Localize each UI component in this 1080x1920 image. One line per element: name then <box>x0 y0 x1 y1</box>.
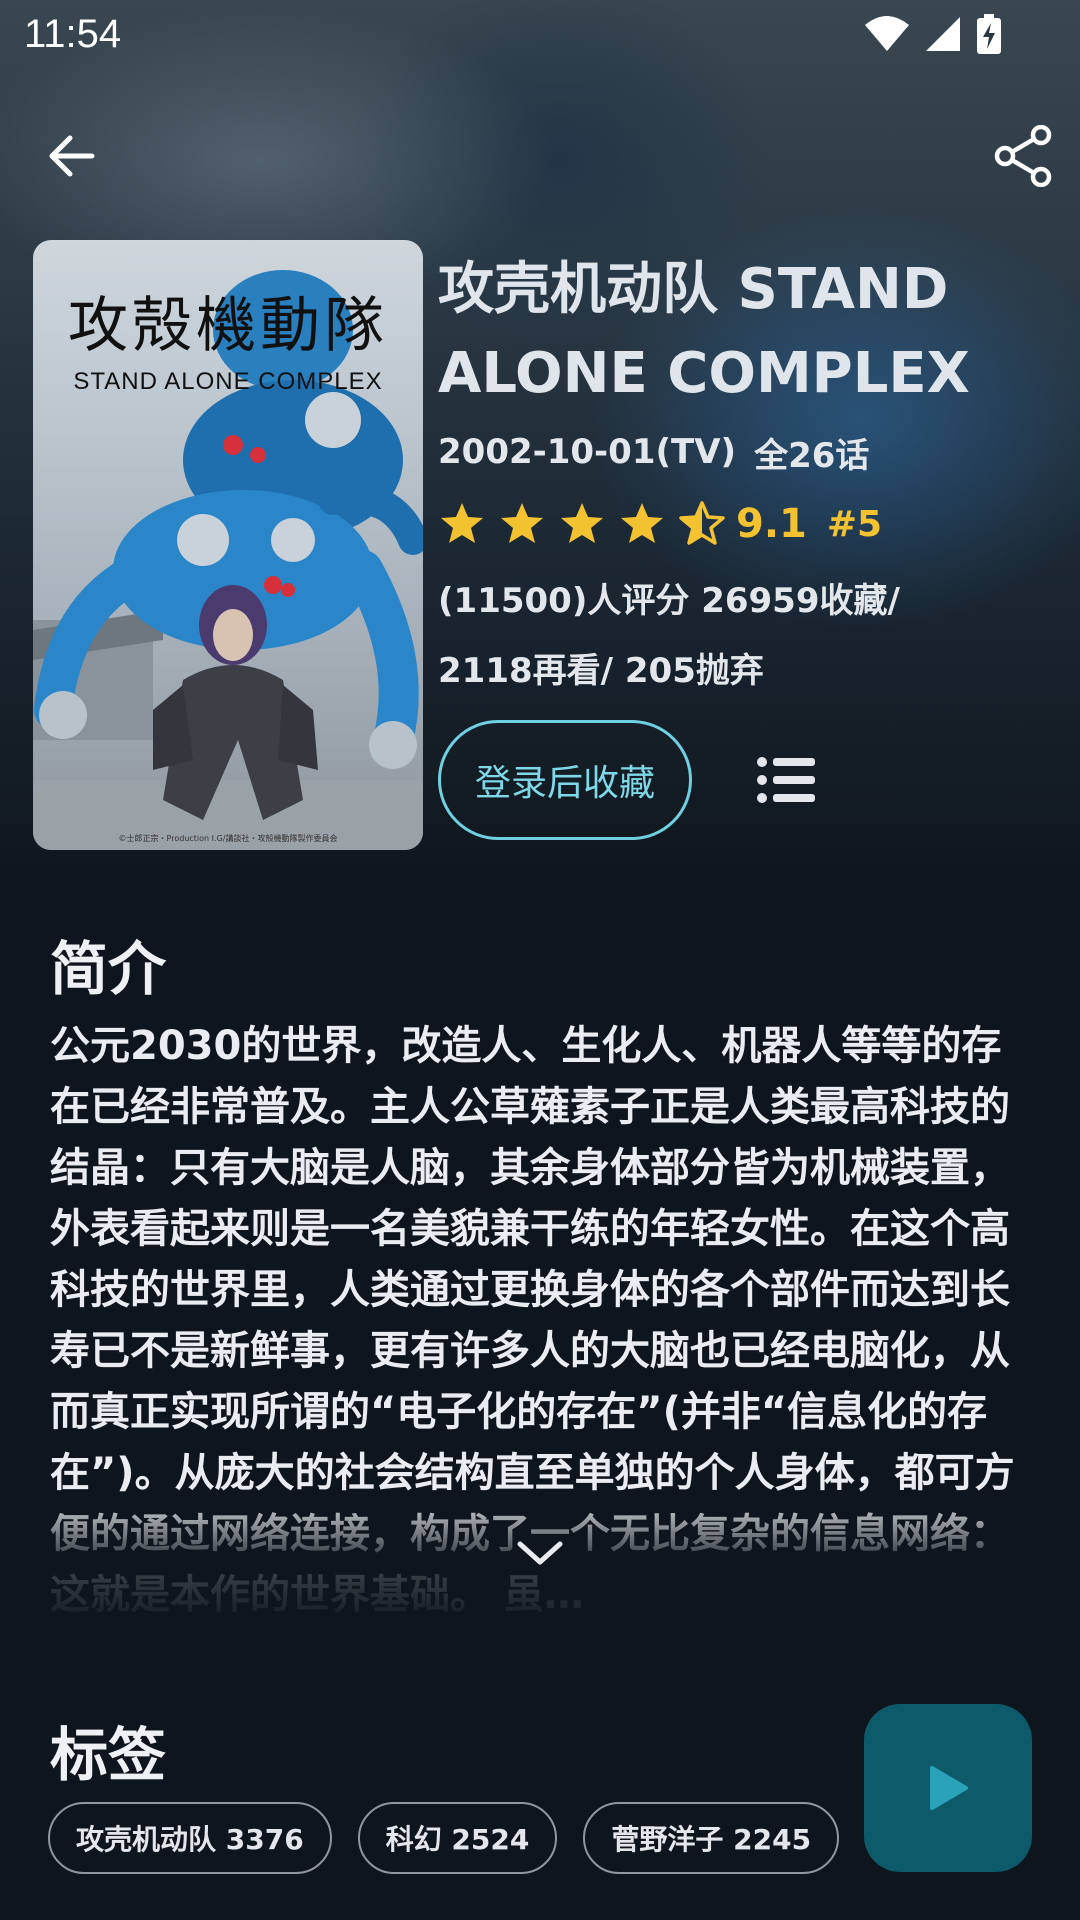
stats-line-2: 2118再看/ 205抛弃 <box>438 651 764 691</box>
stats-line-1: (11500)人评分 26959收藏/ <box>438 581 900 621</box>
arrow-left-icon <box>49 135 95 177</box>
tag-chip[interactable]: 科幻 2524 <box>357 1802 558 1874</box>
air-info: 2002-10-01(TV) 全26话 <box>438 422 1058 482</box>
action-row: 登录后收藏 <box>438 720 826 840</box>
signal-icon <box>924 15 962 53</box>
anime-detail-screen: 11:54 攻殻機動隊 STAND ALONE COMPLEX ©士郎正宗・Pr… <box>0 0 1080 1920</box>
app-bar <box>0 100 1080 212</box>
anime-info: 攻壳机动队 STAND ALONE COMPLEX 2002-10-01(TV)… <box>438 248 1058 706</box>
synopsis-heading: 简介 <box>50 935 167 1003</box>
anime-title: 攻壳机动队 STAND ALONE COMPLEX <box>438 257 970 406</box>
poster-title-en: STAND ALONE COMPLEX <box>73 368 383 395</box>
poster-copyright: ©士郎正宗・Production I.G/講談社・攻殻機動隊製作委員会 <box>118 834 338 843</box>
wifi-icon <box>864 15 910 53</box>
tag-chip[interactable]: 菅野洋子 2245 <box>583 1802 840 1874</box>
tag-chip[interactable]: 攻壳机动队 3376 <box>48 1802 332 1874</box>
air-date: 2002-10-01(TV) <box>438 432 737 472</box>
poster-title-jp: 攻殻機動隊 <box>68 291 388 361</box>
star-half-icon <box>679 501 725 545</box>
star-full-icon <box>561 503 603 543</box>
list-button[interactable] <box>746 740 826 820</box>
list-icon <box>757 757 815 803</box>
rating-score: 9.1 <box>736 501 807 547</box>
star-full-icon <box>621 503 663 543</box>
anime-poster[interactable]: 攻殻機動隊 STAND ALONE COMPLEX ©士郎正宗・Producti… <box>33 240 423 850</box>
share-button[interactable] <box>968 100 1080 212</box>
chevron-down-icon <box>517 1541 563 1565</box>
star-full-icon <box>441 503 483 543</box>
collection-stats: (11500)人评分 26959收藏/ 2118再看/ 205抛弃 <box>438 566 1058 706</box>
rating-row: 9.1 #5 <box>438 486 1058 562</box>
tags-heading: 标签 <box>50 1721 167 1789</box>
star-full-icon <box>501 503 543 543</box>
login-to-collect-button[interactable]: 登录后收藏 <box>438 720 692 840</box>
status-bar: 11:54 <box>0 0 1080 72</box>
rating-rank: #5 <box>826 503 883 545</box>
play-icon <box>930 1766 968 1810</box>
share-icon <box>994 125 1052 187</box>
rating-stars <box>438 500 726 548</box>
battery-charging-icon <box>976 14 1002 54</box>
status-icons <box>864 14 1002 54</box>
status-time: 11:54 <box>24 12 122 56</box>
back-button[interactable] <box>16 100 128 212</box>
expand-synopsis-button[interactable] <box>510 1528 570 1578</box>
episode-count: 全26话 <box>754 435 870 476</box>
play-button[interactable] <box>864 1704 1032 1872</box>
